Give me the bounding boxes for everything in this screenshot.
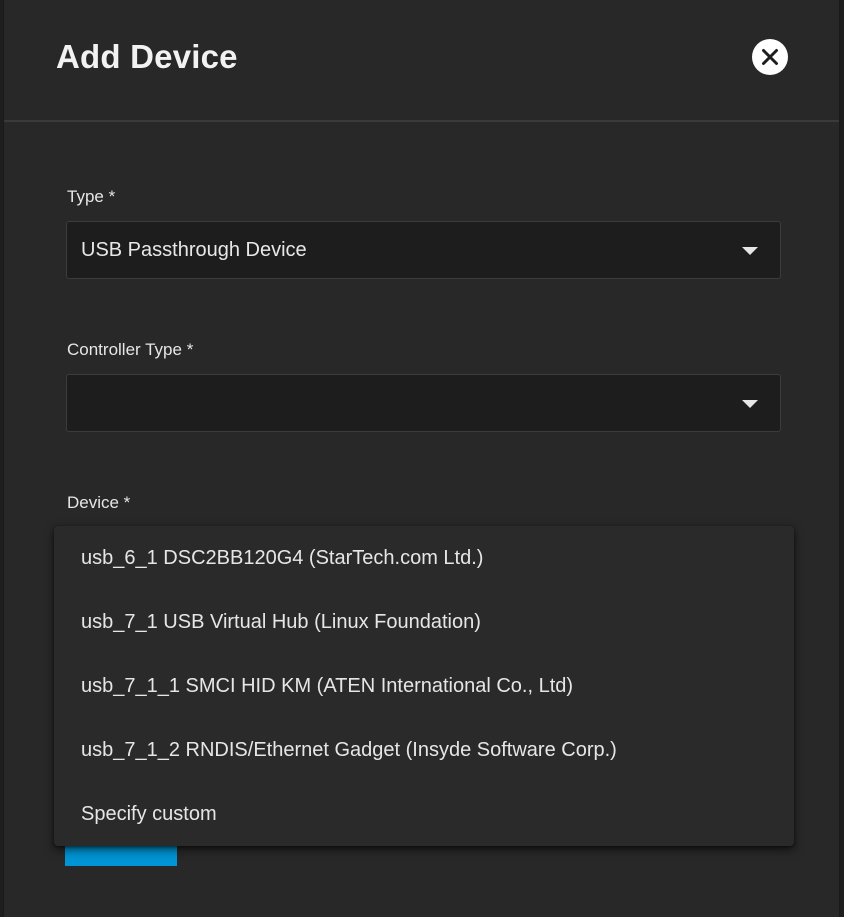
device-dropdown-panel: usb_6_1 DSC2BB120G4 (StarTech.com Ltd.) … [54,526,794,846]
controller-type-label: Controller Type * [67,340,194,359]
chevron-down-icon [742,400,758,408]
type-label: Type * [67,187,116,206]
device-option-specify-custom[interactable]: Specify custom [54,782,794,846]
type-select-value: USB Passthrough Device [81,239,307,261]
device-option[interactable]: usb_7_1_1 SMCI HID KM (ATEN Internationa… [54,654,794,718]
close-button[interactable] [752,39,788,75]
dialog-title: Add Device [56,38,238,75]
device-label: Device * [67,493,131,512]
device-option[interactable]: usb_6_1 DSC2BB120G4 (StarTech.com Ltd.) [54,526,794,590]
controller-type-select[interactable] [66,374,781,432]
dialog-header: Add Device [4,0,839,122]
device-option[interactable]: usb_7_1_2 RNDIS/Ethernet Gadget (Insyde … [54,718,794,782]
device-option[interactable]: usb_7_1 USB Virtual Hub (Linux Foundatio… [54,590,794,654]
close-icon [762,49,778,65]
type-select[interactable]: USB Passthrough Device [66,221,781,279]
chevron-down-icon [742,247,758,255]
add-device-dialog: Add Device Type * USB Passthrough Device… [3,0,840,917]
